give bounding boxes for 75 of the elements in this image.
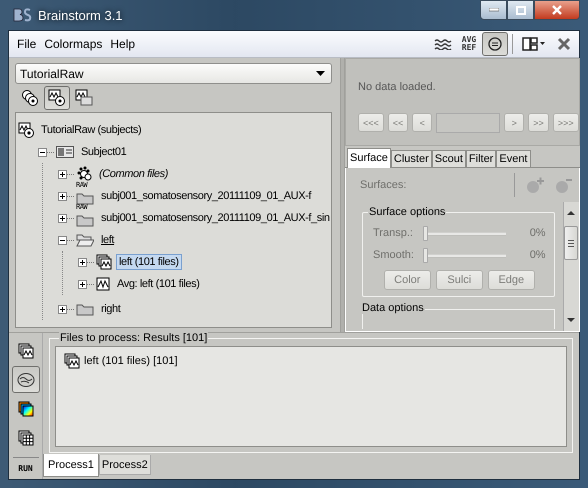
minimize-icon xyxy=(488,8,498,12)
brain-icon xyxy=(16,372,34,388)
expand-toggle[interactable] xyxy=(78,258,87,266)
slider-value: 0% xyxy=(528,249,546,261)
time-field[interactable] xyxy=(436,113,500,133)
dotted-head-icon xyxy=(76,166,92,182)
tree-item[interactable]: TutorialRaw (subjects) xyxy=(38,122,144,138)
folder-icon xyxy=(76,302,94,316)
scroll-down-icon[interactable] xyxy=(567,315,576,325)
tree-item[interactable]: Avg: left (101 files) xyxy=(114,276,202,292)
tree-item[interactable]: left xyxy=(98,232,118,248)
panel-tab[interactable]: Scout xyxy=(432,150,466,167)
panel-tab[interactable]: Filter xyxy=(466,150,496,167)
menu-item[interactable]: File xyxy=(13,37,40,51)
tree-item[interactable]: (Common files) xyxy=(96,166,171,182)
stacked-signal-icon xyxy=(96,254,112,270)
layout-icon xyxy=(522,37,546,51)
window-title: Brainstorm 3.1 xyxy=(38,8,123,22)
monocle-button[interactable] xyxy=(482,32,508,56)
expand-toggle[interactable] xyxy=(58,304,67,314)
folder-icon xyxy=(76,191,94,205)
caret-icon xyxy=(316,71,325,76)
expand-toggle[interactable] xyxy=(78,280,87,288)
menu-item[interactable]: Colormaps xyxy=(40,37,106,51)
tree-item[interactable]: Subject01 xyxy=(78,144,130,160)
tree-item[interactable]: left (101 files) xyxy=(116,254,182,270)
stacked-signal-icon xyxy=(18,342,34,358)
slider-value: 0% xyxy=(528,227,546,239)
expand-toggle[interactable] xyxy=(58,192,67,200)
close-button[interactable] xyxy=(534,0,580,20)
close-icon xyxy=(551,5,563,15)
tree-item[interactable]: subj001_somatosensory_20111109_01_AUX-f xyxy=(98,188,314,204)
process-tab[interactable]: Process1 xyxy=(43,454,99,477)
collapse-toggle[interactable] xyxy=(38,148,47,156)
maximize-button[interactable] xyxy=(507,0,534,20)
panel-tab[interactable]: Surface xyxy=(347,148,391,168)
signal-window-icon xyxy=(75,89,93,107)
panel-tab[interactable]: Cluster xyxy=(390,150,432,167)
group-title: Files to process: Results [101] xyxy=(59,332,208,344)
stacked-signal-icon xyxy=(48,89,66,107)
file-item[interactable]: left (101 files) [101] xyxy=(84,355,178,367)
data-type-button[interactable] xyxy=(12,366,40,393)
signal-icon xyxy=(96,277,110,291)
run-button[interactable]: RUN xyxy=(12,457,38,473)
open-folder-icon xyxy=(76,233,94,247)
average-reference-button[interactable]: AVG REF xyxy=(456,32,482,56)
view-button[interactable] xyxy=(44,86,70,110)
group-title: Data options xyxy=(361,302,425,314)
stacked-signal-icon xyxy=(64,353,80,369)
maximize-icon xyxy=(516,6,526,14)
status-message: No data loaded. xyxy=(358,81,437,93)
minimize-button[interactable] xyxy=(480,0,507,20)
expand-toggle[interactable] xyxy=(58,214,67,222)
group-title: Surface options xyxy=(368,206,446,218)
waves-icon xyxy=(434,38,452,50)
id-card-icon xyxy=(56,145,74,159)
tree-item[interactable]: subj001_somatosensory_20111109_01_AUX-f_sin xyxy=(98,210,333,226)
panel-tab[interactable]: Event xyxy=(496,150,530,167)
collapse-toggle[interactable] xyxy=(58,236,67,244)
monocle-icon xyxy=(488,37,502,51)
stacked-grid-icon xyxy=(18,430,34,446)
protocol-dropdown[interactable]: TutorialRaw xyxy=(15,63,332,84)
surfaces-label: Surfaces: xyxy=(360,179,408,191)
tree-item[interactable]: right xyxy=(98,301,124,317)
stacked-signal-icon xyxy=(18,122,34,138)
process-tab[interactable]: Process2 xyxy=(98,455,151,475)
expand-toggle[interactable] xyxy=(58,170,67,178)
scroll-up-icon[interactable] xyxy=(567,208,576,218)
app-logo xyxy=(12,7,32,23)
folder-icon xyxy=(76,213,94,227)
color-map-icon xyxy=(18,400,34,416)
scrollbar[interactable] xyxy=(562,202,579,331)
slider-label: Smooth: xyxy=(373,249,415,261)
menu-item[interactable]: Help xyxy=(106,37,140,51)
slider-label: Transp.: xyxy=(373,227,414,239)
